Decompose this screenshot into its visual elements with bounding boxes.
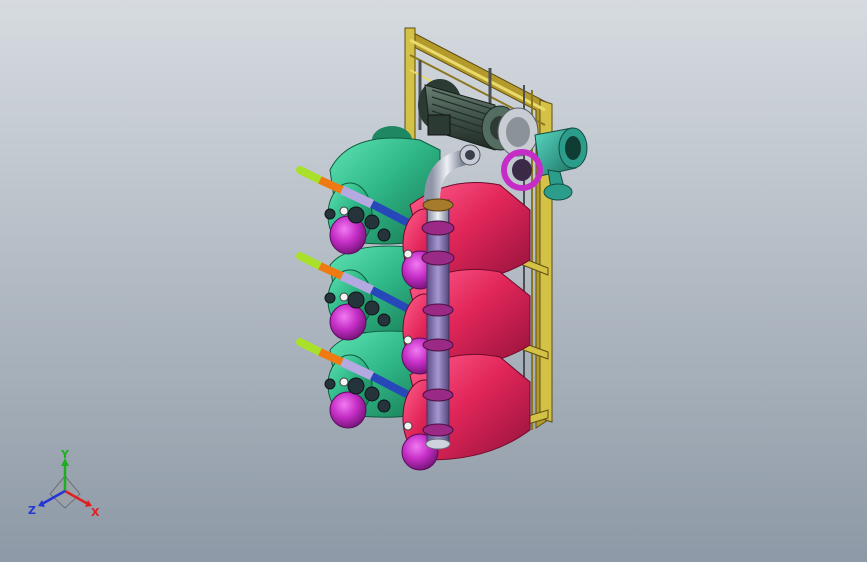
end-cap-left-3 [329, 391, 367, 429]
coordinate-triad[interactable]: Y Z X [20, 446, 110, 526]
y-axis-label: Y [60, 448, 70, 461]
model-canvas[interactable] [0, 0, 867, 562]
graphics-viewport[interactable]: Y Z X [0, 0, 867, 562]
z-axis-label: Z [28, 504, 36, 517]
x-axis-label: X [91, 506, 100, 519]
end-cap-left-2 [329, 303, 367, 341]
